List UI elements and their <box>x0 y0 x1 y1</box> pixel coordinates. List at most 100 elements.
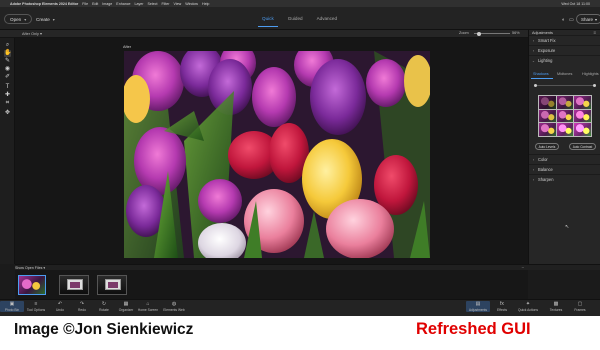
preview-thumb[interactable] <box>539 96 556 109</box>
rotate-button[interactable]: ↻ Rotate <box>92 301 116 312</box>
menu-layer[interactable]: Layer <box>134 2 143 6</box>
tab-advanced[interactable]: Advanced <box>317 16 337 21</box>
view-select[interactable]: After Only ▾ <box>22 31 42 36</box>
slider-handle[interactable] <box>534 83 537 87</box>
tab-midtones[interactable]: Midtones <box>557 72 572 76</box>
taskbar-label: Elements Web <box>163 308 185 312</box>
organizer-button[interactable]: ▦ Organizer <box>114 301 138 312</box>
zoom-slider[interactable] <box>474 31 510 36</box>
create-label: Create <box>36 16 50 22</box>
photo-bin-button[interactable]: ▣ Photo Bin <box>0 301 24 312</box>
frames-icon: ▢ <box>577 301 583 307</box>
chevron-right-icon: › <box>532 157 535 162</box>
window-layout-icon[interactable]: ▭ <box>569 17 574 23</box>
bin-thumbnail-tulips[interactable] <box>18 275 46 295</box>
tab-quick[interactable]: Quick <box>258 16 278 27</box>
tool-options-icon: ≡ <box>34 301 38 307</box>
tab-highlights[interactable]: Highlights <box>582 72 599 76</box>
taskbar-label: Undo <box>56 308 64 312</box>
active-tab-underline <box>531 78 553 79</box>
zoom-icon[interactable]: ⌕ <box>4 42 11 49</box>
chevron-right-icon: › <box>532 38 535 43</box>
preview-thumb[interactable] <box>574 123 591 136</box>
undo-button[interactable]: ↶ Undo <box>48 301 72 312</box>
chevron-right-icon: › <box>532 48 535 53</box>
app-name[interactable]: Adobe Photoshop Elements 2024 Editor <box>10 2 78 6</box>
share-button[interactable]: Share ▾ <box>576 14 600 24</box>
preview-thumb[interactable] <box>556 96 574 109</box>
preview-thumb[interactable] <box>539 123 556 136</box>
red-eye-icon[interactable]: ◉ <box>4 66 11 73</box>
zoom-slider-knob[interactable] <box>477 31 482 36</box>
photo-bin-icon: ▣ <box>9 301 15 307</box>
tab-shadows[interactable]: Shadows <box>533 72 549 76</box>
taskbar-label: Tool Options <box>26 308 46 312</box>
whiten-teeth-icon[interactable]: ✐ <box>4 74 11 81</box>
section-balance[interactable]: › Balance <box>529 164 600 174</box>
menu-view[interactable]: View <box>173 2 181 6</box>
lighting-slider[interactable] <box>534 83 596 87</box>
tab-guided[interactable]: Guided <box>288 16 303 21</box>
theme-toggle-icon[interactable]: ◐ <box>562 17 565 23</box>
task-bar: ▣ Photo Bin ≡ Tool Options ↶ Undo ↷ Redo ↻ Rotate… <box>0 299 600 316</box>
menu-select[interactable]: Select <box>147 2 157 6</box>
section-exposure[interactable]: › Exposure <box>529 45 600 55</box>
textures-button[interactable]: ▩ Textures <box>544 301 568 312</box>
bin-thumbnail-laptop[interactable] <box>59 275 89 295</box>
quick-selection-icon[interactable]: ✎ <box>4 58 11 65</box>
auto-contrast-button[interactable]: Auto Contrast <box>569 143 596 150</box>
organizer-icon: ▦ <box>123 301 129 307</box>
mac-menu-bar: Adobe Photoshop Elements 2024 Editor Fil… <box>0 0 600 7</box>
menu-window[interactable]: Window <box>185 2 198 6</box>
menu-enhance[interactable]: Enhance <box>116 2 130 6</box>
effects-button[interactable]: fx Effects <box>490 301 514 312</box>
type-icon[interactable]: T <box>4 84 11 91</box>
auto-levels-button[interactable]: Auto Levels <box>535 143 559 150</box>
home-screen-button[interactable]: ⌂ Home Screen <box>136 301 160 312</box>
open-dropdown[interactable]: Open ▾ <box>4 14 33 24</box>
menu-file[interactable]: File <box>82 2 88 6</box>
create-dropdown[interactable]: Create ▾ <box>30 14 61 24</box>
taskbar-label: Rotate <box>99 308 109 312</box>
section-smart-fix[interactable]: › Smart Fix <box>529 35 600 45</box>
spot-healing-icon[interactable]: ✚ <box>4 92 11 99</box>
section-sharpen[interactable]: › Sharpen <box>529 174 600 184</box>
slider-handle[interactable] <box>593 83 596 87</box>
photoshop-elements-window: Adobe Photoshop Elements 2024 Editor Fil… <box>0 0 600 316</box>
photo-bin <box>15 270 528 299</box>
adjustments-icon: ▤ <box>475 301 481 307</box>
laptop-thumb-image <box>105 279 121 290</box>
move-icon[interactable]: ✥ <box>4 110 11 117</box>
tulips-photo[interactable] <box>124 51 430 258</box>
redo-button[interactable]: ↷ Redo <box>70 301 94 312</box>
menu-edit[interactable]: Edit <box>92 2 98 6</box>
tool-options-button[interactable]: ≡ Tool Options <box>24 301 48 312</box>
menu-image[interactable]: Image <box>102 2 112 6</box>
preview-thumb[interactable] <box>574 109 591 123</box>
adjustments-button[interactable]: ▤ Adjustments <box>466 301 490 312</box>
preview-thumb[interactable] <box>556 109 574 123</box>
menu-filter[interactable]: Filter <box>161 2 169 6</box>
menu-help[interactable]: Help <box>202 2 209 6</box>
crop-icon[interactable]: ⌗ <box>4 100 11 107</box>
redo-icon: ↷ <box>79 301 85 307</box>
preview-thumb[interactable] <box>556 123 574 136</box>
effects-icon: fx <box>500 301 504 307</box>
preview-thumb[interactable] <box>574 96 591 109</box>
section-color[interactable]: › Color <box>529 154 600 164</box>
chevron-right-icon: › <box>532 167 535 172</box>
hand-icon[interactable]: ✋ <box>4 50 11 57</box>
chevron-right-icon: › <box>532 177 535 182</box>
photo-artwork <box>124 51 430 258</box>
section-lighting[interactable]: ⌄ Lighting <box>529 55 600 65</box>
lighting-preview-grid[interactable] <box>538 95 592 137</box>
frames-button[interactable]: ▢ Frames <box>568 301 592 312</box>
bin-thumbnail-laptop[interactable] <box>97 275 127 295</box>
rotate-icon: ↻ <box>101 301 107 307</box>
top-bar: Open ▾ Create ▾ Quick Guided Advanced ◐ … <box>0 7 600 30</box>
taskbar-label: Frames <box>574 308 586 312</box>
elements-web-button[interactable]: ◍ Elements Web <box>162 301 186 312</box>
preview-thumb[interactable] <box>539 109 556 123</box>
minimize-icon[interactable]: – <box>522 264 524 269</box>
quick-actions-button[interactable]: ✦ Quick Actions <box>516 301 540 312</box>
